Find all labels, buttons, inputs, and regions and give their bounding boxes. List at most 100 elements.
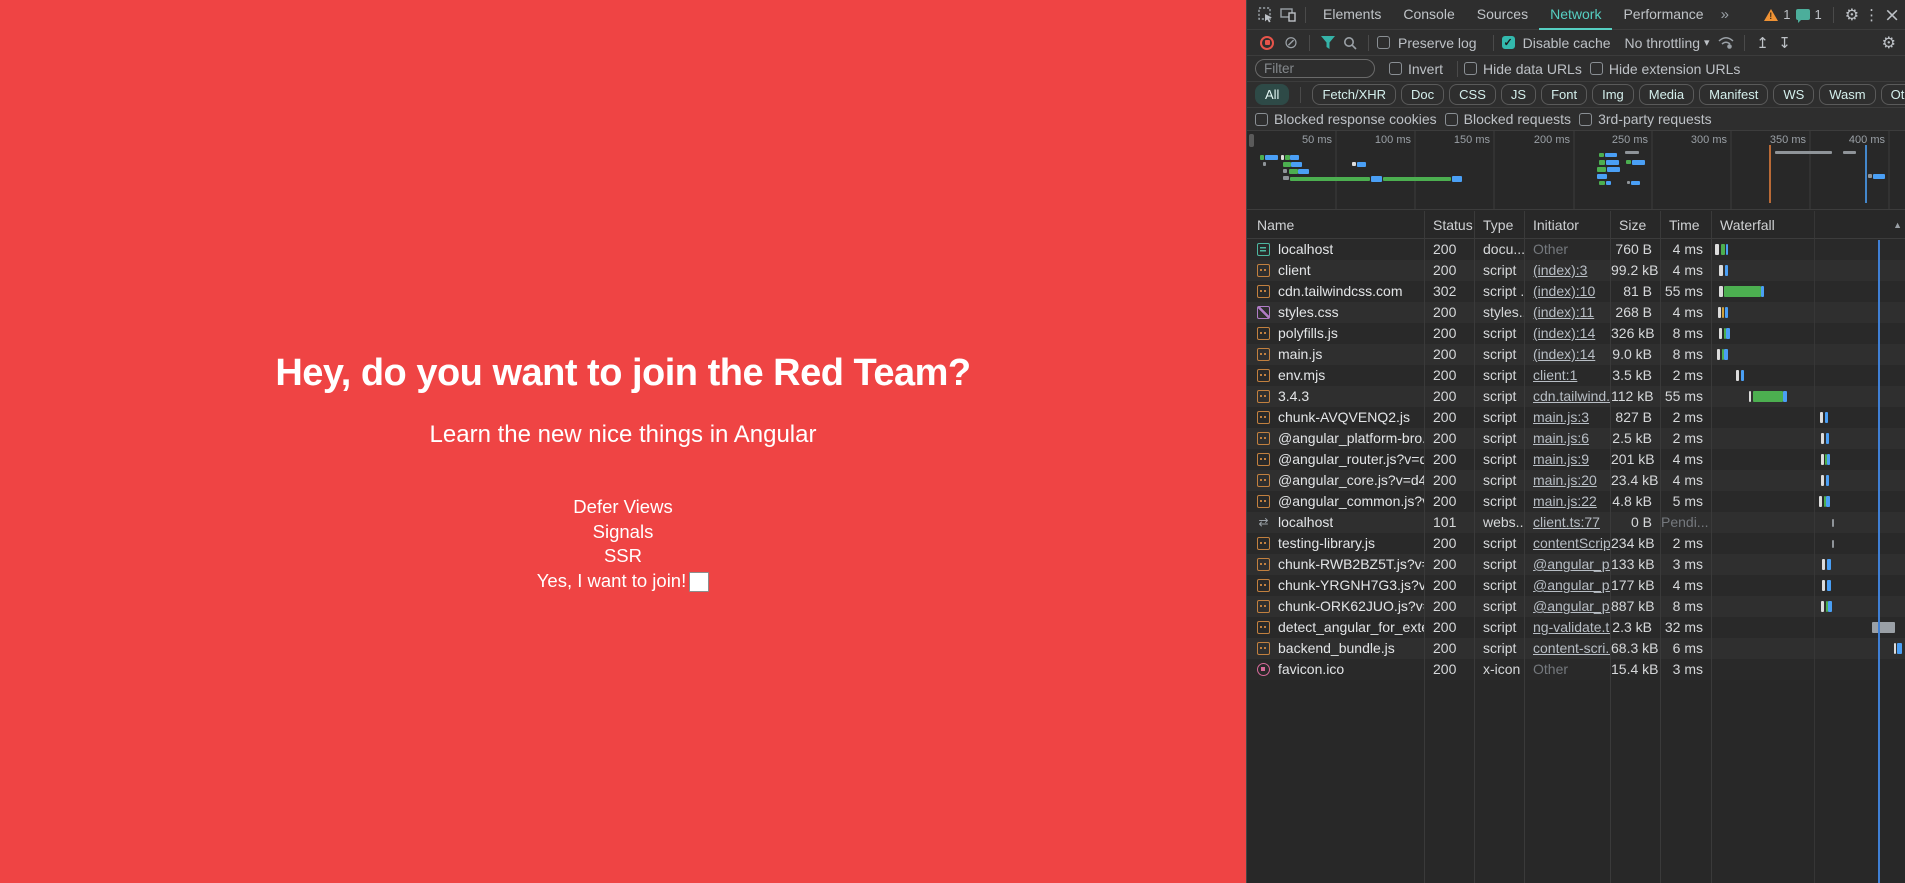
- initiator-link[interactable]: client:1: [1533, 367, 1577, 383]
- table-row[interactable]: chunk-AVQVENQ2.js200scriptmain.js:3827 B…: [1247, 407, 1905, 428]
- column-header-status[interactable]: Status: [1425, 211, 1475, 238]
- table-row[interactable]: chunk-ORK62JUO.js?v=d...200script@angula…: [1247, 596, 1905, 617]
- throttling-select[interactable]: No throttling ▾: [1621, 35, 1714, 51]
- join-checkbox[interactable]: [689, 572, 709, 592]
- third-party-requests-checkbox[interactable]: [1579, 113, 1592, 126]
- initiator-link[interactable]: content-scri...: [1533, 640, 1611, 656]
- initiator-link[interactable]: (index):11: [1533, 304, 1594, 320]
- filter-pill-wasm[interactable]: Wasm: [1819, 84, 1875, 105]
- third-party-requests-label[interactable]: 3rd-party requests: [1598, 111, 1712, 127]
- table-row[interactable]: cdn.tailwindcss.com302script ...(index):…: [1247, 281, 1905, 302]
- filter-pill-ws[interactable]: WS: [1773, 84, 1814, 105]
- search-icon[interactable]: [1340, 34, 1360, 52]
- column-header-name[interactable]: Name: [1247, 211, 1425, 238]
- import-har-icon[interactable]: ↥: [1753, 34, 1773, 52]
- table-row[interactable]: @angular_router.js?v=d4...200scriptmain.…: [1247, 449, 1905, 470]
- clear-network-log-icon[interactable]: ⊘: [1281, 34, 1301, 52]
- more-options-icon[interactable]: ⋮: [1864, 6, 1879, 24]
- disable-cache-label[interactable]: Disable cache: [1523, 35, 1611, 51]
- scroll-up-arrow-icon[interactable]: ▲: [1893, 220, 1902, 230]
- table-row[interactable]: ⇄localhost101webs...client.ts:770 BPendi…: [1247, 512, 1905, 533]
- initiator-link[interactable]: cdn.tailwind...: [1533, 388, 1611, 404]
- table-row[interactable]: @angular_core.js?v=d45...200scriptmain.j…: [1247, 470, 1905, 491]
- filter-pill-all[interactable]: All: [1255, 84, 1289, 105]
- initiator-link[interactable]: @angular_pl...: [1533, 598, 1611, 614]
- filter-pill-img[interactable]: Img: [1592, 84, 1634, 105]
- blocked-response-cookies-label[interactable]: Blocked response cookies: [1274, 111, 1437, 127]
- filter-pill-media[interactable]: Media: [1639, 84, 1694, 105]
- disable-cache-checkbox[interactable]: ✓: [1502, 36, 1515, 49]
- table-row[interactable]: testing-library.js200scriptcontentScrip.…: [1247, 533, 1905, 554]
- table-row[interactable]: client200script(index):399.2 kB4 ms: [1247, 260, 1905, 281]
- initiator-link[interactable]: (index):10: [1533, 283, 1595, 299]
- network-overview-timeline[interactable]: 50 ms100 ms150 ms200 ms250 ms300 ms350 m…: [1247, 131, 1905, 210]
- network-conditions-icon[interactable]: [1716, 34, 1736, 52]
- filter-pill-font[interactable]: Font: [1541, 84, 1587, 105]
- more-tabs-icon[interactable]: »: [1715, 6, 1735, 23]
- initiator-link[interactable]: main.js:6: [1533, 430, 1589, 446]
- preserve-log-label[interactable]: Preserve log: [1398, 35, 1477, 51]
- initiator-link[interactable]: main.js:3: [1533, 409, 1589, 425]
- warning-icon[interactable]: !: [1764, 9, 1778, 21]
- tab-sources[interactable]: Sources: [1466, 0, 1539, 30]
- table-row[interactable]: favicon.ico200x-iconOther15.4 kB3 ms: [1247, 659, 1905, 680]
- column-header-type[interactable]: Type: [1475, 211, 1525, 238]
- warning-count[interactable]: 1: [1783, 7, 1790, 22]
- network-settings-gear-icon[interactable]: ⚙: [1882, 33, 1905, 52]
- blocked-requests-checkbox[interactable]: [1445, 113, 1458, 126]
- device-toolbar-icon[interactable]: [1277, 4, 1299, 26]
- issues-icon[interactable]: [1796, 9, 1810, 20]
- hide-extension-urls-label[interactable]: Hide extension URLs: [1609, 61, 1741, 77]
- preserve-log-checkbox[interactable]: [1377, 36, 1390, 49]
- initiator-link[interactable]: (index):3: [1533, 262, 1587, 278]
- tab-performance[interactable]: Performance: [1612, 0, 1714, 30]
- table-row[interactable]: localhost200docu...Other760 B4 ms: [1247, 239, 1905, 260]
- initiator-link[interactable]: (index):14: [1533, 346, 1595, 362]
- filter-funnel-icon[interactable]: [1318, 34, 1338, 52]
- filter-input[interactable]: [1255, 59, 1375, 78]
- hide-data-urls-label[interactable]: Hide data URLs: [1483, 61, 1582, 77]
- inspect-element-icon[interactable]: [1255, 4, 1277, 26]
- initiator-link[interactable]: @angular_pl...: [1533, 577, 1611, 593]
- table-row[interactable]: styles.css200styles...(index):11268 B4 m…: [1247, 302, 1905, 323]
- settings-gear-icon[interactable]: ⚙: [1845, 5, 1859, 24]
- blocked-requests-label[interactable]: Blocked requests: [1464, 111, 1571, 127]
- initiator-link[interactable]: ng-validate.t...: [1533, 619, 1611, 635]
- filter-pill-doc[interactable]: Doc: [1401, 84, 1444, 105]
- close-devtools-icon[interactable]: ×: [1884, 4, 1900, 26]
- column-header-initiator[interactable]: Initiator: [1525, 211, 1611, 238]
- issues-count[interactable]: 1: [1815, 7, 1822, 22]
- initiator-link[interactable]: main.js:20: [1533, 472, 1597, 488]
- column-header-time[interactable]: Time: [1661, 211, 1712, 238]
- table-row[interactable]: env.mjs200scriptclient:13.5 kB2 ms: [1247, 365, 1905, 386]
- table-row[interactable]: chunk-YRGNH7G3.js?v=...200script@angular…: [1247, 575, 1905, 596]
- column-header-size[interactable]: Size: [1611, 211, 1661, 238]
- initiator-link[interactable]: contentScrip...: [1533, 535, 1611, 551]
- filter-pill-js[interactable]: JS: [1501, 84, 1536, 105]
- tab-elements[interactable]: Elements: [1312, 0, 1392, 30]
- initiator-link[interactable]: (index):14: [1533, 325, 1595, 341]
- initiator-link[interactable]: client.ts:77: [1533, 514, 1600, 530]
- filter-pill-fetch-xhr[interactable]: Fetch/XHR: [1312, 84, 1396, 105]
- initiator-link[interactable]: @angular_pl...: [1533, 556, 1611, 572]
- table-row[interactable]: @angular_common.js?v...200scriptmain.js:…: [1247, 491, 1905, 512]
- filter-pill-other[interactable]: Other: [1881, 84, 1905, 105]
- table-row[interactable]: polyfills.js200script(index):14326 kB8 m…: [1247, 323, 1905, 344]
- table-row[interactable]: 3.4.3200scriptcdn.tailwind...112 kB55 ms: [1247, 386, 1905, 407]
- initiator-link[interactable]: main.js:9: [1533, 451, 1589, 467]
- filter-pill-manifest[interactable]: Manifest: [1699, 84, 1768, 105]
- column-header-waterfall[interactable]: Waterfall ▲: [1712, 211, 1905, 238]
- hide-data-urls-checkbox[interactable]: [1464, 62, 1477, 75]
- hide-extension-urls-checkbox[interactable]: [1590, 62, 1603, 75]
- tab-console[interactable]: Console: [1392, 0, 1465, 30]
- table-row[interactable]: detect_angular_for_exten...200scriptng-v…: [1247, 617, 1905, 638]
- export-har-icon[interactable]: ↧: [1775, 34, 1795, 52]
- blocked-response-cookies-checkbox[interactable]: [1255, 113, 1268, 126]
- table-row[interactable]: backend_bundle.js200scriptcontent-scri..…: [1247, 638, 1905, 659]
- table-row[interactable]: @angular_platform-bro...200scriptmain.js…: [1247, 428, 1905, 449]
- filter-pill-css[interactable]: CSS: [1449, 84, 1496, 105]
- table-row[interactable]: main.js200script(index):149.0 kB8 ms: [1247, 344, 1905, 365]
- initiator-link[interactable]: main.js:22: [1533, 493, 1597, 509]
- record-network-log-icon[interactable]: [1260, 36, 1274, 50]
- table-row[interactable]: chunk-RWB2BZ5T.js?v=d...200script@angula…: [1247, 554, 1905, 575]
